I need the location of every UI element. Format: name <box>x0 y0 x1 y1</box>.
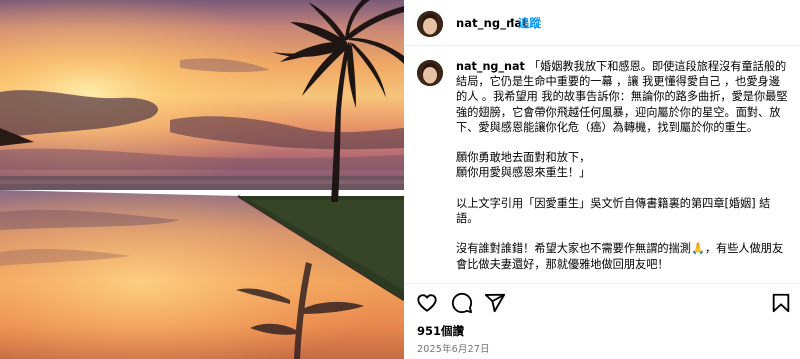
avatar[interactable] <box>417 11 443 37</box>
paper-plane-icon[interactable] <box>484 292 506 314</box>
bookmark-icon[interactable] <box>770 292 792 314</box>
caption-username[interactable]: nat_ng_nat <box>456 60 525 73</box>
caption-text: 「婚姻教我放下和感恩。即使這段旅程沒有童話般的結局，它仍是生命中重要的一幕 ，讓… <box>456 60 788 271</box>
action-bar <box>404 283 800 319</box>
comment-bubble-icon[interactable] <box>451 292 473 314</box>
post-date[interactable]: 2025年6月27日 <box>417 341 490 355</box>
post-panel: nat_ng_nat • 追蹤 nat_ng_nat 「婚姻教我放下和感恩。即使這… <box>404 0 800 359</box>
caption-text-block: nat_ng_nat 「婚姻教我放下和感恩。即使這段旅程沒有童話般的結局，它仍是生… <box>456 59 790 272</box>
likes-count[interactable]: 951個讚 <box>417 323 464 339</box>
sunset-infinity-pool-image <box>0 0 404 359</box>
follow-button[interactable]: 追蹤 <box>518 15 541 31</box>
post-photo[interactable] <box>0 0 404 359</box>
caption-avatar[interactable] <box>417 60 443 86</box>
header-separator-dot: • <box>509 14 516 27</box>
caption-area: nat_ng_nat 「婚姻教我放下和感恩。即使這段旅程沒有童話般的結局，它仍是生… <box>404 46 800 282</box>
heart-icon[interactable] <box>416 292 438 314</box>
post-header: nat_ng_nat • 追蹤 <box>404 0 800 46</box>
